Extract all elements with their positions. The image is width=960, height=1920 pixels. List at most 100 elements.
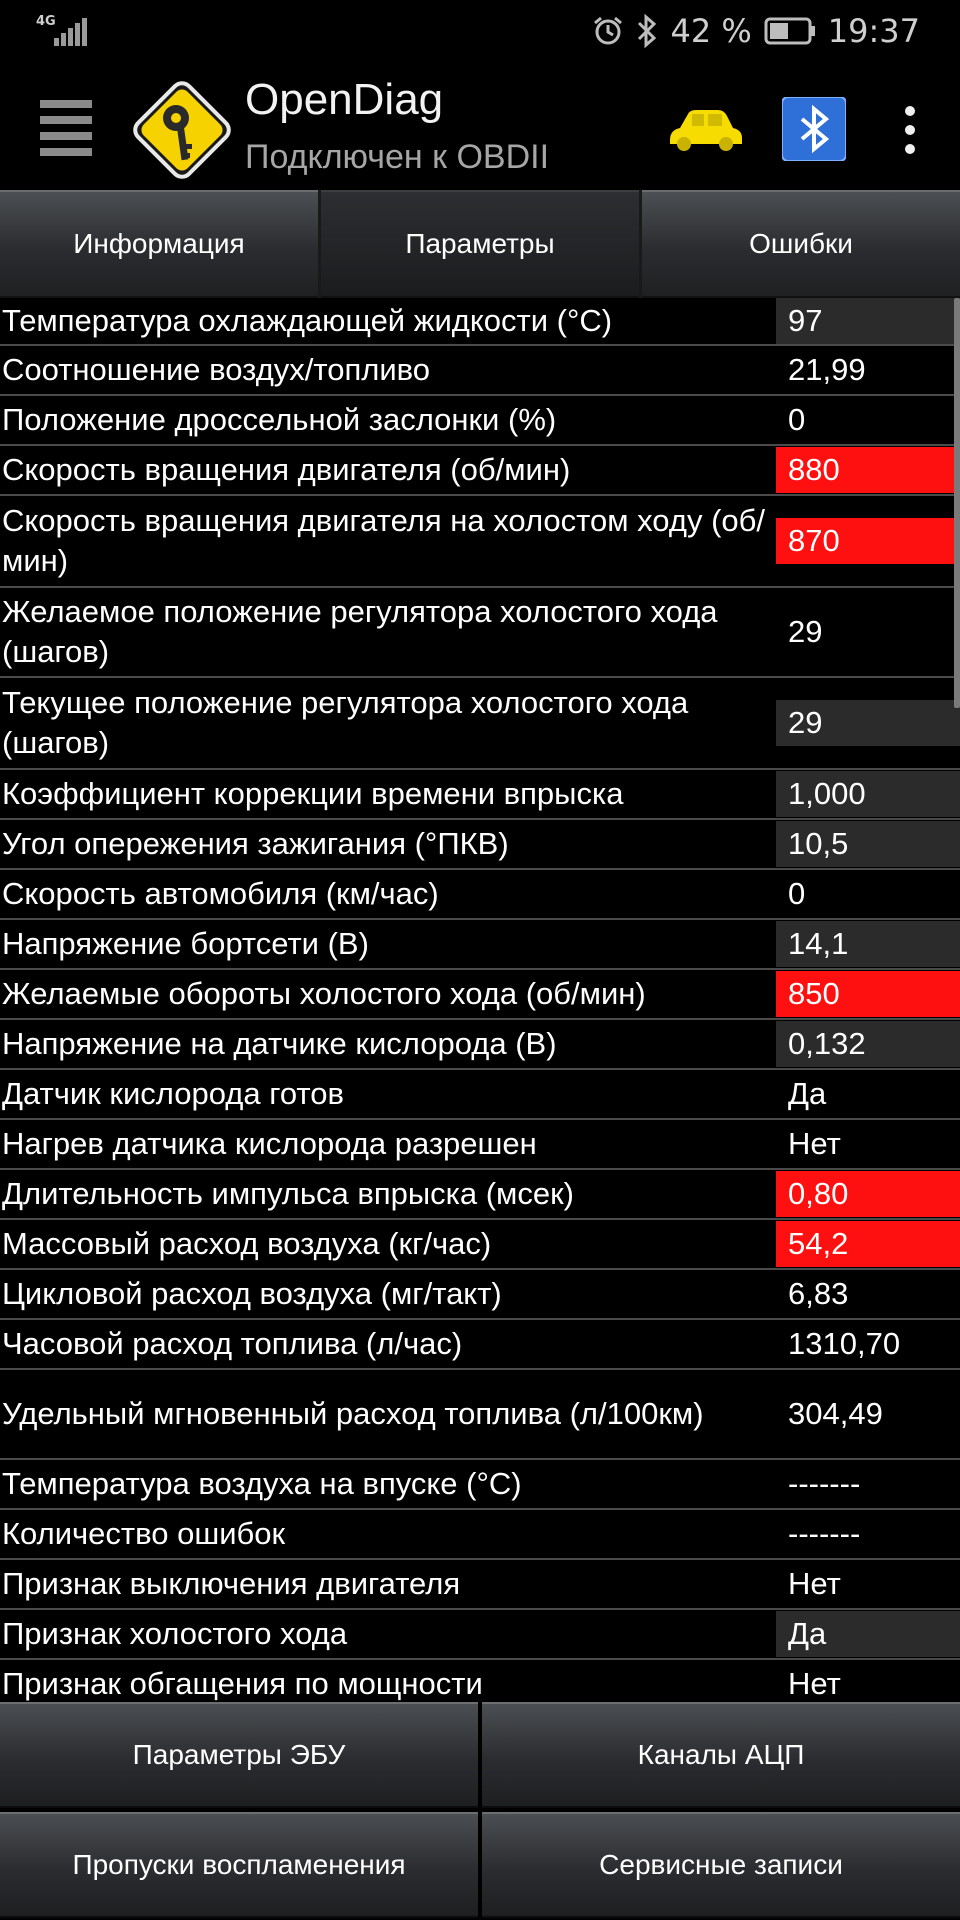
parameter-name: Нагрев датчика кислорода разрешен [2,1126,537,1161]
parameter-name: Температура воздуха на впуске (°C) [2,1466,522,1501]
parameter-name: Желаемое положение регулятора холостого … [2,594,718,669]
parameter-value: 0 [788,402,806,437]
app-title: OpenDiag [245,75,444,124]
parameter-row[interactable]: Длительность импульса впрыска (мсек) 0,80 [0,1170,960,1220]
tab-errors[interactable]: Ошибки [642,190,960,298]
clock: 19:37 [827,12,920,50]
parameter-value: 880 [776,447,960,493]
parameter-row[interactable]: Положение дроссельной заслонки (%) 0 [0,396,960,446]
parameter-value: 0,132 [776,1021,960,1067]
parameter-value: 21,99 [788,352,866,387]
parameter-value: 1310,70 [788,1326,901,1361]
connection-status: Подключен к OBDII [245,138,550,176]
parameter-value: 29 [788,614,823,649]
parameter-row[interactable]: Скорость автомобиля (км/час) 0 [0,870,960,920]
tab-bar: Информация Параметры Ошибки [0,190,960,298]
parameter-row[interactable]: Нагрев датчика кислорода разрешен Нет [0,1120,960,1170]
parameter-value: 304,49 [788,1396,883,1431]
parameter-name: Количество ошибок [2,1516,286,1551]
parameter-name: Признак обгащения по мощности [2,1666,483,1701]
parameter-row[interactable]: Скорость вращения двигателя (об/мин) 880 [0,446,960,496]
parameter-row[interactable]: Соотношение воздух/топливо 21,99 [0,346,960,396]
parameter-value: 0,80 [776,1171,960,1217]
parameter-name: Желаемые обороты холостого хода (об/мин) [2,976,646,1011]
battery-percent: 42 % [670,12,752,50]
parameter-row[interactable]: Признак обгащения по мощности Нет [0,1660,960,1702]
status-bar: 4G 42 % 19:37 [0,0,960,62]
overflow-menu-icon[interactable] [900,104,920,156]
parameter-name: Напряжение бортсети (В) [2,926,369,961]
parameter-name: Длительность импульса впрыска (мсек) [2,1176,574,1211]
parameter-row[interactable]: Температура воздуха на впуске (°C) ------… [0,1460,960,1510]
parameter-row[interactable]: Температура охлаждающей жидкости (°C) 97 [0,298,960,346]
parameter-row[interactable]: Цикловой расход воздуха (мг/такт) 6,83 [0,1270,960,1320]
parameter-value: 850 [776,971,960,1017]
parameter-value: 1,000 [776,771,960,817]
parameter-value: 0 [788,876,806,911]
parameter-row[interactable]: Датчик кислорода готов Да [0,1070,960,1120]
parameter-name: Положение дроссельной заслонки (%) [2,402,557,437]
app-logo-icon [133,81,231,179]
scrollbar[interactable] [954,298,960,708]
car-icon[interactable] [666,104,744,156]
parameter-name: Коэффициент коррекции времени впрыска [2,776,624,811]
parameter-value: 6,83 [788,1276,849,1311]
bluetooth-icon[interactable] [782,97,846,161]
parameter-row[interactable]: Признак выключения двигателя Нет [0,1560,960,1610]
parameter-name: Цикловой расход воздуха (мг/такт) [2,1276,502,1311]
parameter-name: Температура охлаждающей жидкости (°C) [2,303,613,338]
alarm-icon [594,16,623,45]
parameter-value: ------- [788,1466,861,1501]
parameter-row[interactable]: Признак холостого хода Да [0,1610,960,1660]
parameter-value: Нет [788,1666,841,1701]
parameter-row[interactable]: Часовой расход топлива (л/час) 1310,70 [0,1320,960,1370]
parameter-value: Нет [788,1566,841,1601]
parameter-name: Текущее положение регулятора холостого х… [2,685,689,760]
misfires-button[interactable]: Пропуски воспламенения [0,1812,478,1918]
parameter-row[interactable]: Количество ошибок ------- [0,1510,960,1560]
parameter-name: Скорость вращения двигателя на холостом … [2,503,765,578]
bottom-button-panel: Параметры ЭБУ Каналы АЦП Пропуски воспла… [0,1702,960,1920]
parameter-row[interactable]: Массовый расход воздуха (кг/час) 54,2 [0,1220,960,1270]
parameter-value: Да [776,1611,960,1657]
service-records-button[interactable]: Сервисные записи [482,1812,960,1918]
parameter-list[interactable]: Температура охлаждающей жидкости (°C) 97 С… [0,298,960,1702]
parameter-name: Соотношение воздух/топливо [2,352,431,387]
ecu-parameters-button[interactable]: Параметры ЭБУ [0,1702,478,1808]
parameter-name: Часовой расход топлива (л/час) [2,1326,463,1361]
parameter-name: Массовый расход воздуха (кг/час) [2,1226,492,1261]
network-signal-icon: 4G [36,14,88,48]
parameter-value: Да [788,1076,827,1111]
parameter-name: Скорость автомобиля (км/час) [2,876,439,911]
parameter-value: 29 [776,700,960,746]
parameter-name: Признак холостого хода [2,1616,348,1651]
parameter-row[interactable]: Скорость вращения двигателя на холостом … [0,496,960,588]
parameter-value: 10,5 [776,821,960,867]
parameter-row[interactable]: Желаемое положение регулятора холостого … [0,588,960,678]
parameter-row[interactable]: Коэффициент коррекции времени впрыска 1,0… [0,770,960,820]
adc-channels-button[interactable]: Каналы АЦП [482,1702,960,1808]
battery-icon [764,17,815,45]
tab-info[interactable]: Информация [0,190,318,298]
parameter-name: Скорость вращения двигателя (об/мин) [2,452,571,487]
parameter-value: ------- [788,1516,861,1551]
tab-parameters[interactable]: Параметры [321,190,639,298]
parameter-name: Признак выключения двигателя [2,1566,461,1601]
parameter-value: 14,1 [776,921,960,967]
parameter-name: Напряжение на датчике кислорода (В) [2,1026,557,1061]
menu-icon[interactable] [40,100,92,156]
parameter-value: 54,2 [776,1221,960,1267]
parameter-value: 870 [776,518,960,564]
parameter-row[interactable]: Текущее положение регулятора холостого х… [0,678,960,770]
parameter-row[interactable]: Угол опережения зажигания (°ПКВ) 10,5 [0,820,960,870]
parameter-value: 97 [776,298,960,344]
app-bar: OpenDiag Подключен к OBDII [0,62,960,190]
parameter-name: Датчик кислорода готов [2,1076,344,1111]
parameter-name: Удельный мгновенный расход топлива (л/10… [2,1396,704,1431]
parameter-row[interactable]: Напряжение бортсети (В) 14,1 [0,920,960,970]
parameter-value: Нет [788,1126,841,1161]
parameter-row[interactable]: Удельный мгновенный расход топлива (л/10… [0,1370,960,1460]
parameter-row[interactable]: Желаемые обороты холостого хода (об/мин)… [0,970,960,1020]
parameter-row[interactable]: Напряжение на датчике кислорода (В) 0,132 [0,1020,960,1070]
parameter-name: Угол опережения зажигания (°ПКВ) [2,826,509,861]
